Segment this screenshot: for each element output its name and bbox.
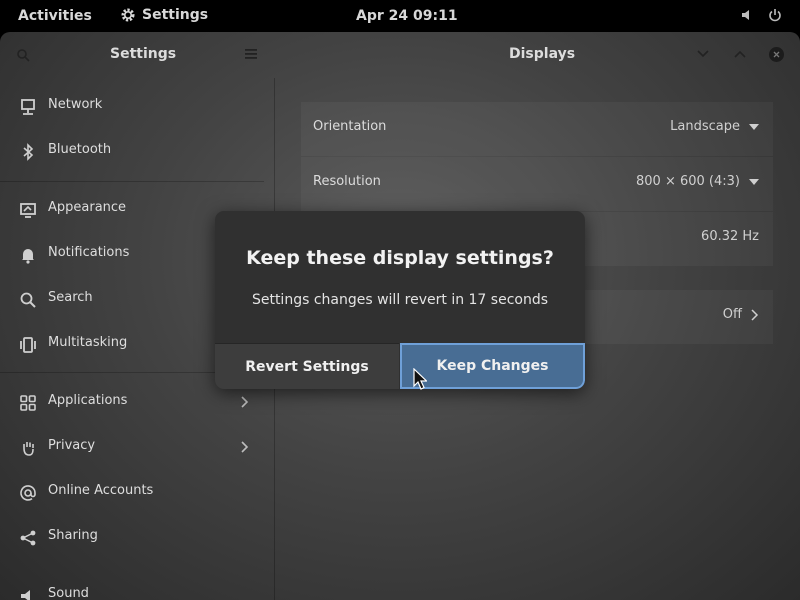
night-light-value: Off <box>722 307 742 322</box>
sidebar-item-label: Appearance <box>48 200 127 215</box>
sidebar-item-label: Bluetooth <box>48 142 112 157</box>
power-icon <box>769 9 781 22</box>
page-title: Displays <box>509 46 576 62</box>
hand-icon <box>23 442 34 456</box>
dialog-message: Settings changes will revert in 17 secon… <box>251 292 549 308</box>
night-light-status: Off <box>723 307 759 322</box>
close-icon <box>773 51 780 58</box>
sidebar-item-privacy[interactable]: Privacy <box>0 427 275 467</box>
share-icon <box>20 530 36 546</box>
keep-changes-button[interactable]: Keep Changes <box>400 343 585 389</box>
orientation-label: Orientation <box>313 119 387 134</box>
gear-icon <box>121 8 135 22</box>
search-icon <box>20 292 36 308</box>
dialog-title: Keep these display settings? <box>246 247 554 269</box>
sidebar-title: Settings <box>110 46 177 62</box>
bluetooth-icon <box>23 143 34 161</box>
network-icon <box>21 99 35 115</box>
header-bar: Settings Displays <box>0 32 800 78</box>
sidebar-item-label: Multitasking <box>48 335 128 350</box>
at-icon <box>20 485 36 501</box>
resolution-row[interactable]: Resolution 800 × 600 (4:3) <box>301 157 773 211</box>
sidebar-item-label: Network <box>48 97 103 112</box>
sidebar-item-online-accounts[interactable]: Online Accounts <box>0 472 275 512</box>
orientation-row[interactable]: Orientation Landscape <box>301 102 773 156</box>
mouse-cursor-icon <box>413 368 427 390</box>
revert-settings-button[interactable]: Revert Settings <box>215 343 399 389</box>
sidebar-item-label: Privacy <box>48 438 96 453</box>
search-icon[interactable] <box>16 48 30 62</box>
grid-icon <box>20 395 36 411</box>
resolution-value: 800 × 600 (4:3) <box>636 174 740 189</box>
sidebar-item-sound[interactable]: Sound <box>0 575 275 600</box>
sidebar-item-label: Search <box>48 290 93 305</box>
orientation-dropdown[interactable]: Landscape <box>670 119 759 134</box>
sidebar-item-bluetooth[interactable]: Bluetooth <box>0 131 275 171</box>
chevron-up-icon[interactable] <box>733 48 747 60</box>
sidebar-separator <box>0 181 264 182</box>
hamburger-menu-icon[interactable] <box>244 48 258 60</box>
chevron-down-icon[interactable] <box>696 48 710 60</box>
system-status[interactable] <box>740 8 782 22</box>
top-bar: Activities Settings Apr 24 09:11 <box>0 0 800 32</box>
confirm-display-dialog: Keep these display settings? Settings ch… <box>215 211 585 389</box>
dropdown-arrow-icon <box>749 123 759 130</box>
sidebar-item-label: Sound <box>48 586 89 600</box>
sidebar-item-label: Applications <box>48 393 128 408</box>
sidebar-item-label: Notifications <box>48 245 130 260</box>
app-menu[interactable]: Settings <box>120 7 208 23</box>
clock[interactable]: Apr 24 09:11 <box>356 8 458 24</box>
app-name: Settings <box>142 7 209 23</box>
refresh-rate-value: 60.32 Hz <box>701 229 759 244</box>
resolution-label: Resolution <box>313 174 381 189</box>
close-button[interactable] <box>769 47 784 62</box>
sidebar-item-sharing[interactable]: Sharing <box>0 517 275 557</box>
activities-button[interactable]: Activities <box>18 8 92 24</box>
chevron-right-icon <box>751 308 759 321</box>
bell-icon <box>22 249 34 264</box>
multitasking-icon <box>20 337 36 353</box>
orientation-value: Landscape <box>670 119 740 134</box>
sidebar-item-label: Sharing <box>48 528 98 543</box>
speaker-icon <box>21 590 30 600</box>
sidebar-item-network[interactable]: Network <box>0 86 275 126</box>
volume-icon <box>742 10 749 20</box>
dropdown-arrow-icon <box>749 178 759 185</box>
sidebar-item-label: Online Accounts <box>48 483 154 498</box>
chevron-right-icon <box>241 441 249 453</box>
resolution-dropdown[interactable]: 800 × 600 (4:3) <box>636 174 759 189</box>
chevron-right-icon <box>241 396 249 408</box>
appearance-icon <box>20 203 36 218</box>
